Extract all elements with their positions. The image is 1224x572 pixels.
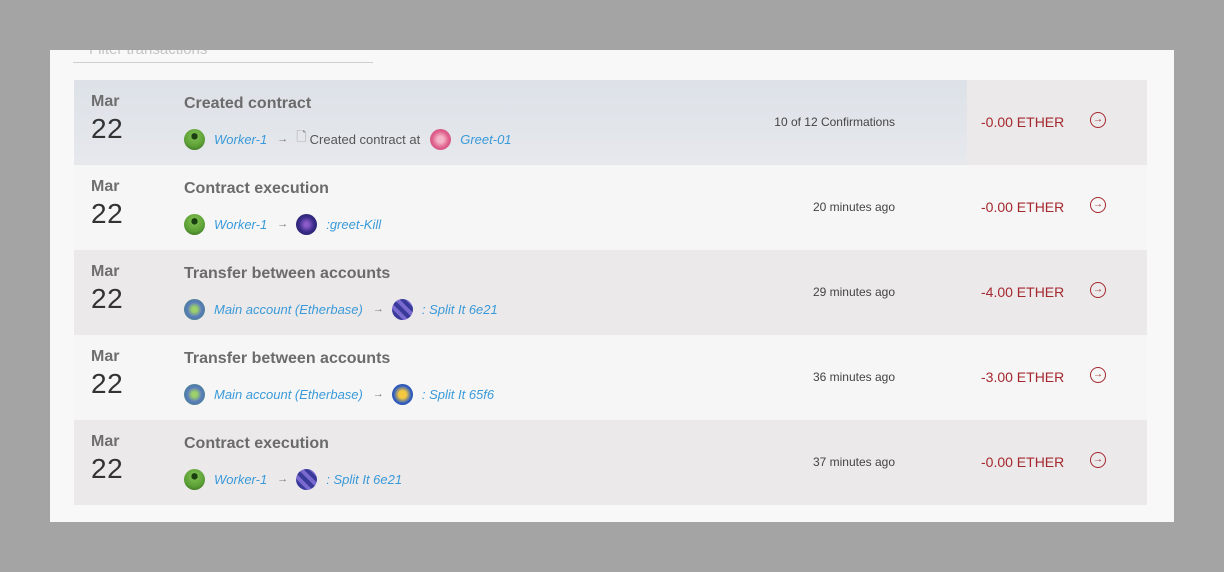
circle-arrow-right-icon[interactable]: → xyxy=(1090,112,1106,128)
date-day: 22 xyxy=(91,113,124,144)
amount-cell: -4.00 ETHER → xyxy=(967,250,1147,335)
transaction-title: Transfer between accounts xyxy=(184,265,391,282)
transaction-amount: -0.00 ETHER xyxy=(981,454,1065,470)
transaction-details: Main account (Etherbase) → : Split It 65… xyxy=(184,383,494,405)
transaction-row[interactable]: Mar 22 Created contract Worker-1 → 🗋 Cre… xyxy=(74,80,1147,165)
avatar-icon xyxy=(184,213,205,235)
arrow-right-icon: → xyxy=(372,388,384,400)
from-account-link[interactable]: Main account (Etherbase) xyxy=(214,302,363,317)
document-icon: 🗋 xyxy=(296,129,307,144)
to-contract-link[interactable]: :greet-Kill xyxy=(326,217,381,232)
arrow-right-icon: → xyxy=(372,303,384,315)
date-month: Mar xyxy=(91,178,120,195)
transaction-amount: -3.00 ETHER xyxy=(981,369,1065,385)
avatar-icon xyxy=(184,383,205,405)
date-month: Mar xyxy=(91,263,120,280)
date-month: Mar xyxy=(91,93,120,110)
transaction-time: 20 minutes ago xyxy=(812,200,895,214)
from-account-link[interactable]: Worker-1 xyxy=(214,132,267,147)
date-month: Mar xyxy=(91,348,120,365)
transaction-amount: -4.00 ETHER xyxy=(981,284,1065,300)
from-account-link[interactable]: Worker-1 xyxy=(214,472,267,487)
transaction-title: Contract execution xyxy=(184,180,329,197)
amount-cell: -3.00 ETHER → xyxy=(967,335,1147,420)
transaction-date: Mar 22 xyxy=(91,93,123,145)
confirmation-status: 10 of 12 Confirmations xyxy=(774,115,895,129)
amount-cell: -0.00 ETHER → xyxy=(967,80,1147,165)
transaction-row[interactable]: Mar 22 Contract execution Worker-1 → :gr… xyxy=(74,165,1147,250)
to-account-link[interactable]: : Split It 65f6 xyxy=(422,387,494,402)
transaction-details: Worker-1 → :greet-Kill xyxy=(184,213,381,235)
avatar-icon xyxy=(391,298,413,320)
circle-arrow-right-icon[interactable]: → xyxy=(1090,282,1106,298)
circle-arrow-right-icon[interactable]: → xyxy=(1090,367,1106,383)
transaction-row[interactable]: Mar 22 Transfer between accounts Main ac… xyxy=(74,335,1147,420)
transaction-amount: -0.00 ETHER xyxy=(981,199,1065,215)
to-contract-link[interactable]: : Split It 6e21 xyxy=(326,472,402,487)
transaction-title: Created contract xyxy=(184,95,312,112)
transactions-panel: Mar 22 Created contract Worker-1 → 🗋 Cre… xyxy=(50,50,1174,522)
transaction-row[interactable]: Mar 22 Transfer between accounts Main ac… xyxy=(74,250,1147,335)
to-contract-link[interactable]: Greet-01 xyxy=(460,132,511,147)
action-text: Created contract at xyxy=(309,131,421,147)
amount-cell: -0.00 ETHER → xyxy=(967,165,1147,250)
from-account-link[interactable]: Main account (Etherbase) xyxy=(214,387,363,402)
transaction-title: Contract execution xyxy=(184,435,329,452)
avatar-icon xyxy=(296,468,318,490)
transaction-date: Mar 22 xyxy=(91,348,123,400)
avatar-icon xyxy=(296,213,318,235)
date-day: 22 xyxy=(91,283,124,314)
amount-cell: -0.00 ETHER → xyxy=(967,420,1147,505)
transaction-title: Transfer between accounts xyxy=(184,350,391,367)
transaction-time: 37 minutes ago xyxy=(812,455,895,469)
transaction-details: Worker-1 → : Split It 6e21 xyxy=(184,468,402,490)
transaction-date: Mar 22 xyxy=(91,433,123,485)
transaction-details: Worker-1 → 🗋 Created contract at Greet-0… xyxy=(184,128,512,150)
transaction-list: Mar 22 Created contract Worker-1 → 🗋 Cre… xyxy=(74,80,1147,505)
date-day: 22 xyxy=(91,368,124,399)
avatar-icon xyxy=(430,128,452,150)
date-month: Mar xyxy=(91,433,120,450)
date-day: 22 xyxy=(91,453,124,484)
transaction-amount: -0.00 ETHER xyxy=(981,114,1065,130)
arrow-right-icon: → xyxy=(277,218,289,230)
circle-arrow-right-icon[interactable]: → xyxy=(1090,197,1106,213)
transaction-date: Mar 22 xyxy=(91,178,123,230)
arrow-right-icon: → xyxy=(277,473,289,485)
avatar-icon xyxy=(184,468,205,490)
from-account-link[interactable]: Worker-1 xyxy=(214,217,267,232)
circle-arrow-right-icon[interactable]: → xyxy=(1090,452,1106,468)
avatar-icon xyxy=(184,298,205,320)
transaction-row[interactable]: Mar 22 Contract execution Worker-1 → : S… xyxy=(74,420,1147,505)
filter-input[interactable] xyxy=(73,50,373,62)
avatar-icon xyxy=(391,383,413,405)
avatar-icon xyxy=(184,128,205,150)
transaction-date: Mar 22 xyxy=(91,263,123,315)
filter-transactions[interactable] xyxy=(73,50,373,63)
transaction-time: 29 minutes ago xyxy=(812,285,895,299)
date-day: 22 xyxy=(91,198,124,229)
transaction-details: Main account (Etherbase) → : Split It 6e… xyxy=(184,298,498,320)
to-account-link[interactable]: : Split It 6e21 xyxy=(422,302,498,317)
arrow-right-icon: → xyxy=(277,133,289,145)
transaction-time: 36 minutes ago xyxy=(812,370,895,384)
